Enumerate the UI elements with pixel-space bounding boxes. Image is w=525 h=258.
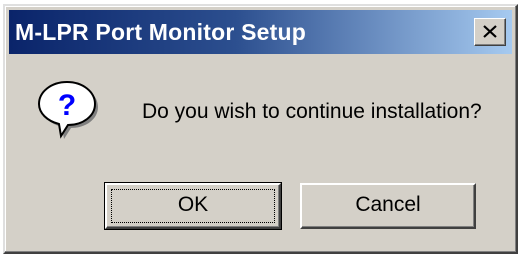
cancel-button[interactable]: Cancel [300,183,476,229]
cancel-button-label: Cancel [355,193,421,216]
question-icon: ? [37,80,98,139]
title-bar[interactable]: M-LPR Port Monitor Setup [9,10,512,54]
question-glyph: ? [58,89,76,122]
close-icon [483,25,497,38]
dialog-message: Do you wish to continue installation? [142,100,482,123]
ok-button-label: OK [177,193,209,216]
ok-button[interactable]: OK [104,182,282,230]
close-button[interactable] [474,18,506,46]
window-title: M-LPR Port Monitor Setup [15,19,306,45]
setup-dialog: M-LPR Port Monitor Setup ? Do you wish t… [3,4,518,254]
